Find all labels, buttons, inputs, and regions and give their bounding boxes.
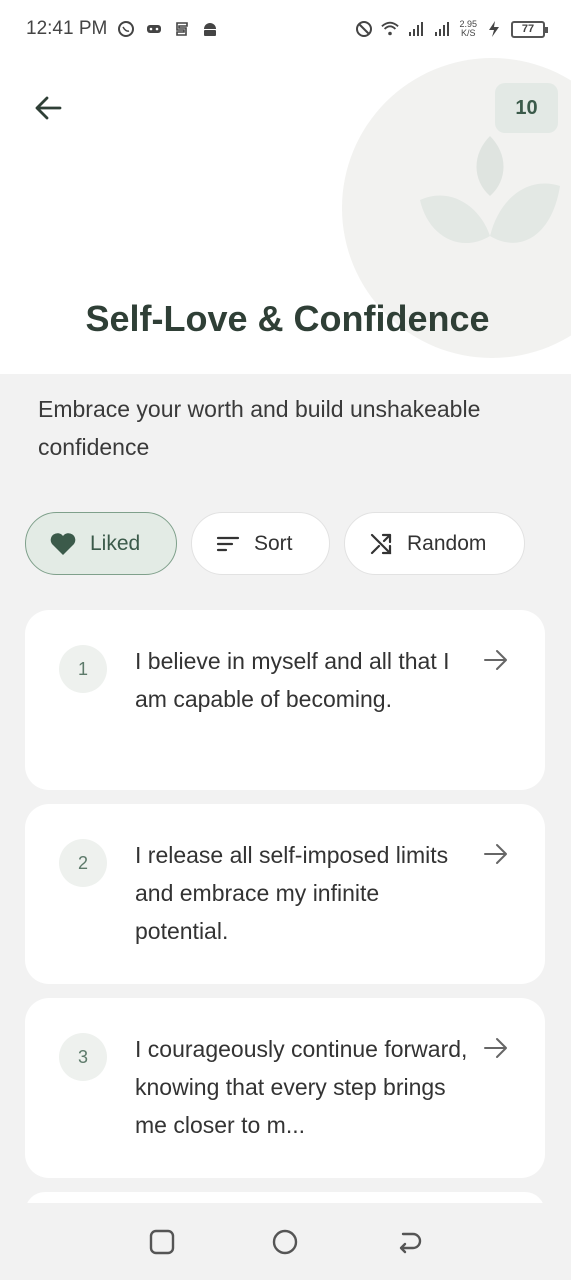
- liked-label: Liked: [90, 531, 141, 555]
- affirmation-number: 2: [59, 839, 107, 887]
- sort-button[interactable]: Sort: [191, 512, 330, 575]
- circle-icon: [273, 1229, 298, 1254]
- lotus-icon: [420, 136, 560, 244]
- arrow-left-icon: [35, 96, 62, 120]
- affirmation-card[interactable]: 3 I courageously continue forward, knowi…: [25, 998, 545, 1178]
- signal-icon-2: [435, 22, 450, 36]
- liked-filter-chip[interactable]: Liked: [25, 512, 177, 575]
- charging-icon: [489, 21, 499, 37]
- arrow-right-icon[interactable]: [483, 648, 509, 672]
- affirmation-number: 3: [59, 1033, 107, 1081]
- status-time: 12:41 PM: [26, 18, 108, 39]
- home-button[interactable]: [265, 1222, 305, 1262]
- battery-indicator: 77: [511, 20, 548, 38]
- do-not-disturb-icon: [356, 21, 373, 37]
- back-button[interactable]: [28, 88, 68, 128]
- affirmation-text: I believe in myself and all that I am ca…: [135, 648, 450, 712]
- net-speed-unit: K/S: [460, 28, 476, 38]
- wifi-icon: [381, 21, 400, 36]
- system-nav-bar: [0, 1203, 571, 1280]
- affirmation-text: I courageously continue forward, knowing…: [135, 1036, 468, 1138]
- page-title: Self-Love & Confidence: [85, 298, 490, 339]
- filter-chips: Liked Sort Random: [25, 512, 525, 575]
- recents-button[interactable]: [142, 1222, 182, 1262]
- shuffle-icon: [370, 533, 392, 554]
- affirmation-text: I release all self-imposed limits and em…: [135, 842, 449, 944]
- header: 10 Self-Love & Confidence: [0, 58, 571, 374]
- affirmation-card[interactable]: 2 I release all self-imposed limits and …: [25, 804, 545, 984]
- arrow-right-icon[interactable]: [483, 1036, 509, 1060]
- affirmation-number: 1: [59, 645, 107, 693]
- signal-icon: [409, 22, 424, 36]
- count-badge: 10: [495, 83, 558, 133]
- page-subtitle: Embrace your worth and build unshakeable…: [38, 396, 481, 460]
- app-icon: [176, 22, 189, 36]
- whatsapp-icon: [118, 21, 135, 37]
- random-label: Random: [407, 531, 487, 555]
- affirmation-card[interactable]: 1 I believe in myself and all that I am …: [25, 610, 545, 790]
- sort-icon: [216, 536, 240, 551]
- back-nav-button[interactable]: [389, 1222, 429, 1262]
- android-icon: [204, 23, 217, 36]
- sort-label: Sort: [254, 531, 293, 555]
- arrow-right-icon[interactable]: [483, 842, 509, 866]
- gamepad-icon: [147, 25, 162, 33]
- heart-icon: [50, 532, 76, 555]
- random-button[interactable]: Random: [344, 512, 525, 575]
- square-icon: [149, 1229, 175, 1254]
- status-bar: 12:41 PM 2.95 K/S 77: [0, 0, 571, 58]
- back-nav-icon: [399, 1232, 422, 1253]
- net-speed: 2.95 K/S: [459, 20, 477, 38]
